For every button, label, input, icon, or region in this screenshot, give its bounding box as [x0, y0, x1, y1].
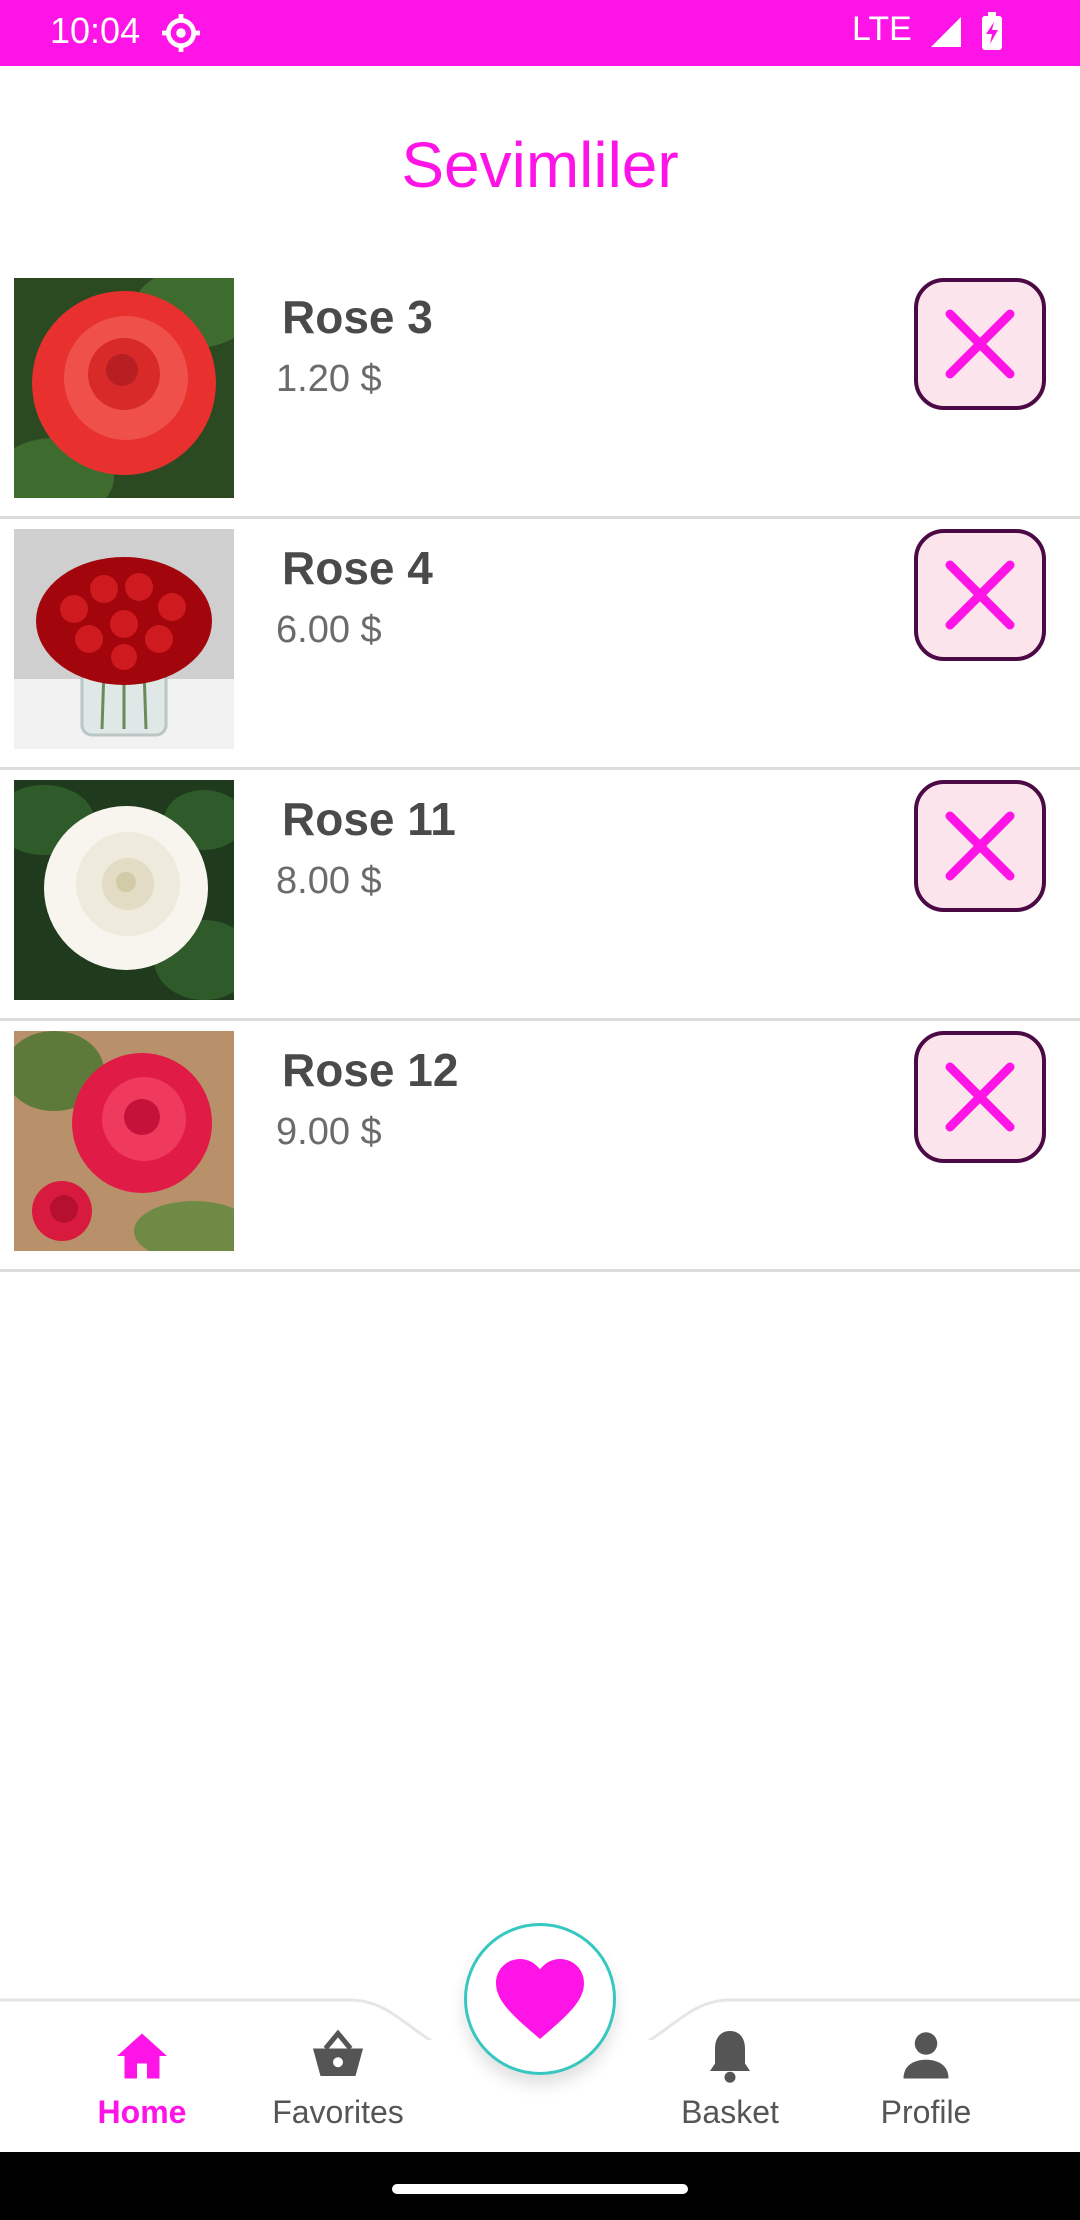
nav-label: Home	[97, 2094, 187, 2130]
item-price: 1.20 $	[276, 358, 382, 400]
nav-basket[interactable]: Basket	[640, 2026, 820, 2131]
heart-icon	[496, 1959, 584, 2039]
nav-label: Profile	[880, 2094, 972, 2130]
item-name: Rose 3	[282, 291, 433, 343]
settings-gear-icon	[162, 14, 200, 56]
status-time: 10:04	[50, 10, 141, 51]
nav-label: Favorites	[272, 2094, 404, 2130]
nav-profile[interactable]: Profile	[836, 2026, 1016, 2131]
remove-favorite-button[interactable]	[914, 278, 1046, 410]
person-icon	[903, 2032, 949, 2079]
remove-favorite-button[interactable]	[914, 1031, 1046, 1163]
list-item: Rose 3 1.20 $	[0, 268, 1080, 519]
item-name: Rose 11	[282, 793, 456, 845]
bell-icon	[710, 2031, 750, 2083]
close-icon	[945, 560, 1015, 630]
basket-icon	[313, 2029, 363, 2076]
item-price: 8.00 $	[276, 860, 382, 902]
remove-favorite-button[interactable]	[914, 529, 1046, 661]
flower-image	[14, 529, 234, 749]
item-name: Rose 4	[282, 542, 433, 594]
list-item: Rose 11 8.00 $	[0, 770, 1080, 1021]
favorites-list: Rose 3 1.20 $ Rose 4 6.00 $ Rose 11 8.00…	[0, 268, 1080, 1272]
item-price: 6.00 $	[276, 609, 382, 651]
home-gesture-handle[interactable]	[392, 2184, 688, 2194]
flower-image	[14, 278, 234, 498]
nav-favorites[interactable]: Favorites	[248, 2026, 428, 2131]
item-name: Rose 12	[282, 1044, 459, 1096]
nav-label: Basket	[681, 2094, 779, 2130]
item-price: 9.00 $	[276, 1111, 382, 1153]
flower-image	[14, 780, 234, 1000]
close-icon	[945, 309, 1015, 379]
list-item: Rose 4 6.00 $	[0, 519, 1080, 770]
status-bar: 10:04 LTE	[0, 0, 1080, 66]
page-title: Sevimliler	[401, 129, 679, 201]
signal-icon	[928, 14, 964, 54]
flower-image	[14, 1031, 234, 1251]
close-icon	[945, 1062, 1015, 1132]
close-icon	[945, 811, 1015, 881]
battery-icon	[980, 12, 1004, 56]
list-item: Rose 12 9.00 $	[0, 1021, 1080, 1272]
home-icon	[117, 2033, 167, 2079]
favorites-fab[interactable]	[464, 1923, 616, 2075]
network-type: LTE	[852, 10, 912, 48]
nav-home[interactable]: Home	[52, 2026, 232, 2131]
remove-favorite-button[interactable]	[914, 780, 1046, 912]
